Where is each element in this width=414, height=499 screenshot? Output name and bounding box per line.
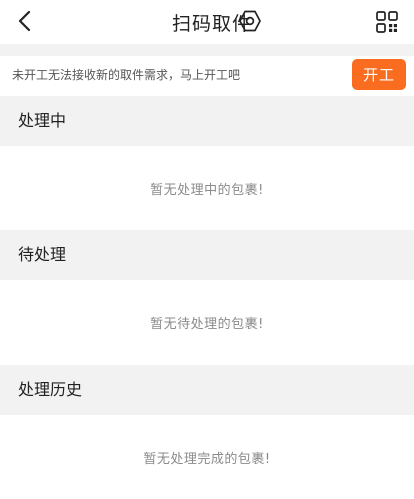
- empty-state-text: 暂无待处理的包裹!: [150, 316, 264, 332]
- qr-scan-button[interactable]: [372, 7, 402, 37]
- hexagon-gear-icon: [239, 10, 261, 32]
- start-work-button[interactable]: 开工: [352, 59, 406, 90]
- section-title: 待处理: [18, 245, 67, 264]
- header-bar: 扫码取件: [0, 0, 414, 44]
- section-body-history: 暂无处理完成的包裹!: [0, 415, 414, 499]
- notice-text: 未开工无法接收新的取件需求，马上开工吧: [12, 68, 241, 82]
- section-header-pending: 待处理: [0, 230, 414, 280]
- section-body-pending: 暂无待处理的包裹!: [0, 280, 414, 364]
- title-wrap: 扫码取件: [0, 0, 414, 44]
- back-button[interactable]: [10, 6, 40, 36]
- qr-code-icon: [376, 11, 398, 33]
- empty-state-text: 暂无处理完成的包裹!: [143, 451, 271, 467]
- section-body-processing: 暂无处理中的包裹!: [0, 146, 414, 230]
- pickup-scan-screen: 扫码取件 未开工无法接收新的取件需求，马上开工吧 开工 处理中 暂无处理中的包裹…: [0, 0, 414, 499]
- chevron-left-icon: [18, 10, 31, 32]
- section-header-history: 处理历史: [0, 365, 414, 415]
- settings-button[interactable]: [237, 8, 263, 34]
- section-title: 处理历史: [18, 380, 83, 399]
- empty-state-text: 暂无处理中的包裹!: [150, 182, 264, 198]
- section-header-processing: 处理中: [0, 96, 414, 146]
- section-title: 处理中: [18, 111, 67, 130]
- notice-bar: 未开工无法接收新的取件需求，马上开工吧 开工: [0, 56, 414, 94]
- header-divider-gap: [0, 44, 414, 56]
